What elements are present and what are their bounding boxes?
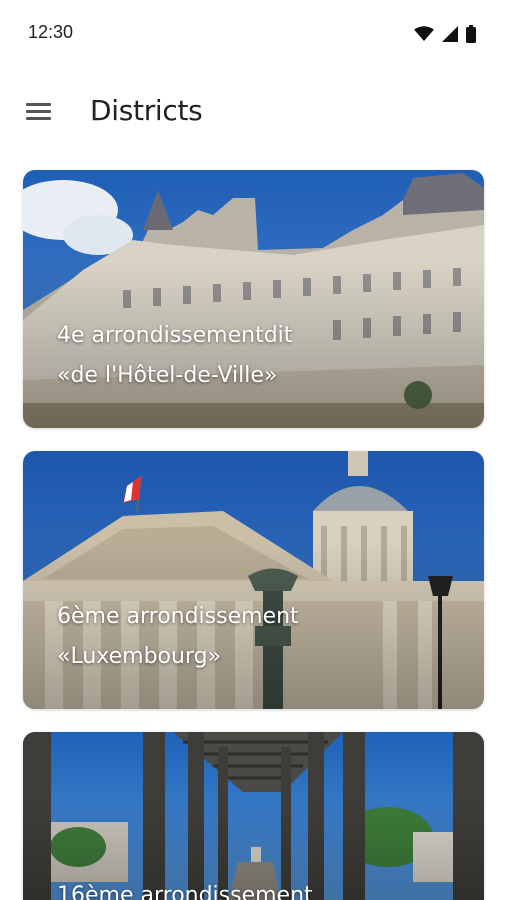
district-title-line2: «Luxembourg» (57, 644, 222, 669)
status-time: 12:30 (28, 22, 74, 42)
status-icons (414, 25, 476, 43)
district-title: 6ème arrondissement «Luxembourg» (57, 597, 299, 677)
district-title-line2: «de l'Hôtel-de-Ville» (57, 363, 278, 388)
card-shade (23, 732, 484, 900)
district-card-6e[interactable]: 6ème arrondissement «Luxembourg» (23, 451, 484, 709)
district-title: 16ème arrondissement (57, 876, 313, 900)
menu-icon[interactable] (22, 98, 58, 128)
status-bar: 12:30 (0, 0, 506, 68)
district-card-4e[interactable]: 4e arrondissementdit «de l'Hôtel-de-Vill… (23, 170, 484, 428)
district-title-line1: 16ème arrondissement (57, 883, 313, 900)
signal-icon (442, 26, 458, 42)
page-title: Districts (90, 94, 203, 127)
district-title-line1: 6ème arrondissement (57, 604, 299, 629)
app-bar: Districts (0, 80, 506, 146)
district-card-16e[interactable]: 16ème arrondissement (23, 732, 484, 900)
screen: 12:30 Districts 4e arrondissementdit «de… (0, 0, 506, 900)
battery-icon (466, 25, 476, 43)
district-title: 4e arrondissementdit «de l'Hôtel-de-Vill… (57, 316, 292, 396)
wifi-icon (414, 26, 434, 42)
district-title-line1: 4e arrondissementdit (57, 323, 293, 348)
